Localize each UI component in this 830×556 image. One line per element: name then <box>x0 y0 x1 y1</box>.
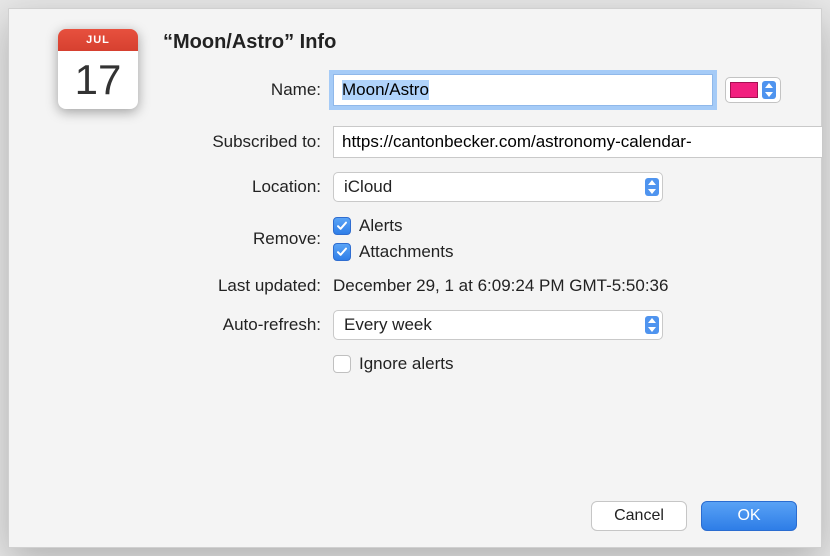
location-select[interactable]: iCloud <box>333 172 663 202</box>
ignore-alerts-label: Ignore alerts <box>359 354 454 374</box>
calendar-icon-month: JUL <box>58 29 138 51</box>
ignore-alerts-checkbox[interactable] <box>333 355 351 373</box>
color-swatch <box>730 82 758 98</box>
remove-attachments-label: Attachments <box>359 242 454 262</box>
subscribed-url-input[interactable] <box>333 126 823 158</box>
dialog-title: “Moon/Astro” Info <box>163 31 797 54</box>
stepper-icon <box>645 316 659 334</box>
remove-label: Remove: <box>163 229 333 249</box>
cancel-button[interactable]: Cancel <box>591 501 687 531</box>
subscribed-label: Subscribed to: <box>163 132 333 152</box>
last-updated-label: Last updated: <box>163 276 333 296</box>
last-updated-value: December 29, 1 at 6:09:24 PM GMT-5:50:36 <box>333 276 668 296</box>
auto-refresh-select[interactable]: Every week <box>333 310 663 340</box>
remove-alerts-label: Alerts <box>359 216 402 236</box>
stepper-icon <box>645 178 659 196</box>
name-label: Name: <box>163 80 333 100</box>
auto-refresh-label: Auto-refresh: <box>163 315 333 335</box>
stepper-icon <box>762 81 776 99</box>
calendar-icon-day: 17 <box>58 51 138 109</box>
name-input[interactable] <box>333 74 713 106</box>
location-value: iCloud <box>344 177 392 197</box>
ok-button[interactable]: OK <box>701 501 797 531</box>
remove-alerts-checkbox[interactable] <box>333 217 351 235</box>
auto-refresh-value: Every week <box>344 315 432 335</box>
color-picker[interactable] <box>725 77 781 103</box>
location-label: Location: <box>163 177 333 197</box>
calendar-info-dialog: JUL 17 “Moon/Astro” Info Name: Subscri <box>8 8 822 548</box>
remove-attachments-checkbox[interactable] <box>333 243 351 261</box>
calendar-app-icon: JUL 17 <box>58 29 138 109</box>
